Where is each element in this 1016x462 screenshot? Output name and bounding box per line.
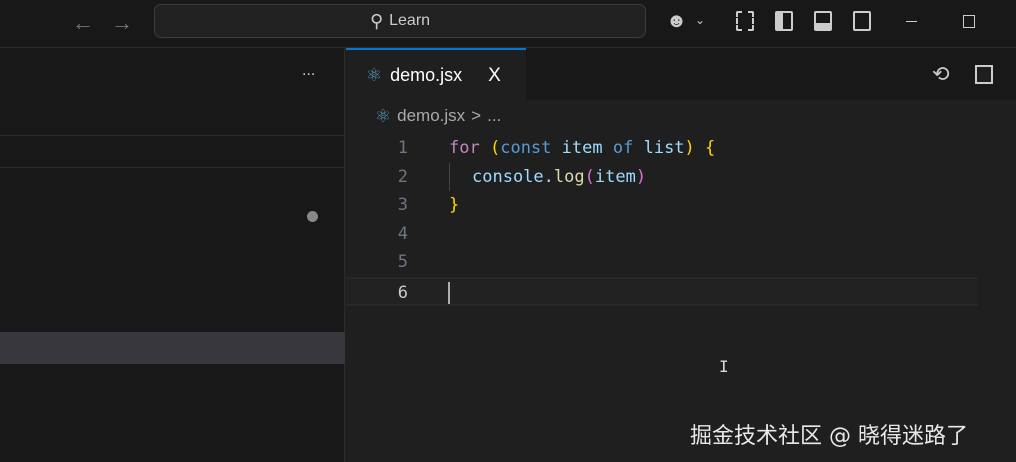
tab-label: demo.jsx xyxy=(390,65,463,85)
token: ( xyxy=(584,166,595,187)
sidebar: ... xyxy=(0,48,345,462)
line-number: 4 xyxy=(397,223,408,244)
breadcrumb: ⚛ demo.jsx > ... xyxy=(375,106,501,127)
line-number: 1 xyxy=(397,138,408,158)
watermark: 掘金技术社区 @ 晓得迷路了 xyxy=(690,424,968,449)
code-line: 2 console.log(item) xyxy=(346,162,978,192)
current-line: 6 xyxy=(346,276,978,306)
tab-bar: ⚛ demo.jsx X ⟲ xyxy=(346,48,1016,101)
unsaved-dot-icon xyxy=(307,211,318,222)
divider xyxy=(0,167,345,168)
back-arrow-icon[interactable]: ← xyxy=(72,10,94,36)
divider xyxy=(0,135,345,136)
breadcrumb-separator: > xyxy=(471,106,482,125)
chevron-down-icon[interactable]: ⌄ xyxy=(695,13,705,27)
token: ) xyxy=(684,138,695,158)
forward-arrow-icon[interactable]: → xyxy=(111,10,133,36)
code-editor[interactable]: 1 for (const item of list) { 2 console.log… xyxy=(346,134,978,306)
line-number: 3 xyxy=(397,195,408,216)
token: for xyxy=(449,138,480,158)
minimize-icon[interactable] xyxy=(906,21,917,22)
toggle-primary-sidebar-icon[interactable] xyxy=(775,11,793,31)
mouse-ibeam-cursor: I xyxy=(719,357,729,376)
customize-layout-icon[interactable] xyxy=(736,11,754,31)
maximize-icon[interactable] xyxy=(963,15,975,28)
code-line: 1 for (const item of list) { xyxy=(346,134,978,163)
react-icon: ⚛ xyxy=(366,65,383,85)
breadcrumb-file[interactable]: demo.jsx xyxy=(397,106,465,127)
toggle-panel-icon[interactable] xyxy=(814,11,832,31)
search-label: Learn xyxy=(389,12,431,29)
more-actions-button[interactable]: ... xyxy=(302,62,315,80)
token: } xyxy=(449,195,460,216)
text-cursor xyxy=(448,281,450,304)
selected-row[interactable] xyxy=(0,332,345,364)
tab-demo-jsx[interactable]: ⚛ demo.jsx X xyxy=(346,48,526,101)
token: item xyxy=(561,138,603,158)
close-icon[interactable]: X xyxy=(488,65,501,87)
toggle-secondary-sidebar-icon[interactable] xyxy=(853,11,871,31)
code-line: 3} xyxy=(346,191,978,220)
line-number: 5 xyxy=(397,252,408,273)
title-bar: ← → ⚲ Learn ☻ ⌄ xyxy=(0,0,1016,48)
command-search[interactable]: ⚲ Learn xyxy=(154,4,646,38)
token: of xyxy=(612,138,634,158)
token: console. xyxy=(472,166,554,187)
token: item xyxy=(594,166,636,187)
token: { xyxy=(705,138,716,158)
react-icon: ⚛ xyxy=(375,106,392,126)
copilot-icon[interactable]: ☻ xyxy=(666,10,687,33)
line-number: 2 xyxy=(397,166,408,187)
token: ( xyxy=(489,138,501,158)
token: list xyxy=(643,138,685,158)
code-line: 5 xyxy=(346,248,978,277)
token: ) xyxy=(635,166,647,187)
token: const xyxy=(500,138,552,158)
timeline-history-icon[interactable]: ⟲ xyxy=(932,62,950,87)
search-icon: ⚲ xyxy=(369,10,384,31)
line-number: 6 xyxy=(397,282,408,303)
token: log xyxy=(553,166,585,187)
breadcrumb-more[interactable]: ... xyxy=(487,106,501,127)
split-editor-icon[interactable] xyxy=(975,65,993,84)
code-line: 4 xyxy=(346,220,978,249)
